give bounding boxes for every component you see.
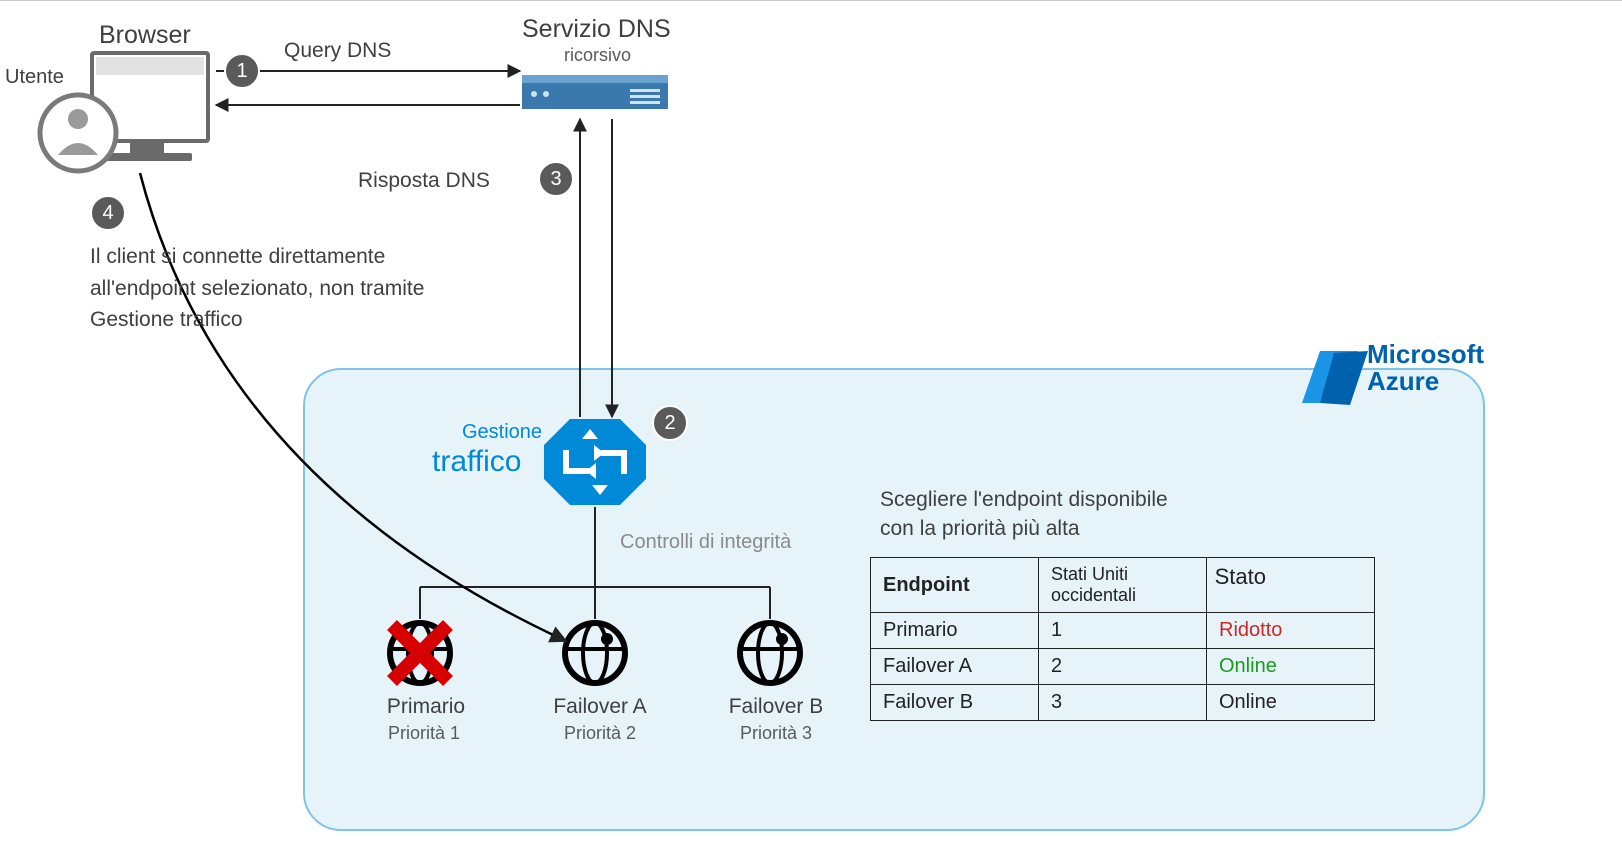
table-row: Failover B3Online (871, 685, 1375, 721)
cell-priority: 1 (1039, 613, 1207, 649)
risposta-dns-label: Risposta DNS (358, 169, 490, 193)
client-connects-l2: all'endpoint selezionato, non tramite (90, 273, 424, 305)
cell-endpoint: Failover A (871, 649, 1039, 685)
th-endpoint: Endpoint (871, 558, 1039, 613)
ep1-prio: Priorità 1 (378, 723, 470, 744)
ep2-name: Failover A (548, 695, 652, 719)
ep1-name: Primario (384, 695, 468, 719)
ep3-name: Failover B (724, 695, 828, 719)
step-badge-4: 4 (90, 195, 126, 231)
cell-status: Ridotto (1207, 613, 1375, 649)
azure-logo: Microsoft Azure (1299, 341, 1484, 396)
step-badge-3: 3 (538, 161, 574, 197)
dns-service-title: Servizio DNS (522, 15, 671, 44)
th-region: Stati Uniti occidentali (1051, 564, 1136, 605)
th-status: Stato (1215, 564, 1266, 590)
cell-priority: 2 (1039, 649, 1207, 685)
cell-status: Online (1207, 685, 1375, 721)
choose-endpoint-l1: Scegliere l'endpoint disponibile (880, 485, 1168, 514)
client-connects-l3: Gestione traffico (90, 304, 424, 336)
cell-endpoint: Primario (871, 613, 1039, 649)
azure-logo-l1: Microsoft (1367, 339, 1484, 369)
cell-priority: 3 (1039, 685, 1207, 721)
dns-server-icon (522, 75, 668, 109)
query-dns-label: Query DNS (284, 39, 391, 63)
cell-status: Online (1207, 649, 1375, 685)
tm-gestione-label: Gestione (462, 421, 542, 444)
browser-icon (40, 53, 208, 171)
choose-endpoint-l2: con la priorità più alta (880, 514, 1168, 543)
client-connects-text: Il client si connette direttamente all'e… (90, 241, 424, 336)
step-badge-2: 2 (652, 405, 688, 441)
browser-title: Browser (99, 21, 191, 50)
client-connects-l1: Il client si connette direttamente (90, 241, 424, 273)
endpoint-table: Endpoint Stati Uniti occidentali Stato P… (870, 557, 1375, 721)
step-badge-1: 1 (224, 53, 260, 89)
ep2-prio: Priorità 2 (554, 723, 646, 744)
ep3-prio: Priorità 3 (730, 723, 822, 744)
azure-logo-l2: Azure (1367, 366, 1439, 396)
user-label: Utente (5, 66, 64, 89)
tm-traffico-label: traffico (432, 445, 522, 479)
cell-endpoint: Failover B (871, 685, 1039, 721)
choose-endpoint-text: Scegliere l'endpoint disponibile con la … (880, 485, 1168, 544)
dns-service-sub: ricorsivo (564, 45, 631, 66)
health-checks-label: Controlli di integrità (620, 531, 791, 554)
table-row: Failover A2Online (871, 649, 1375, 685)
table-row: Primario1Ridotto (871, 613, 1375, 649)
